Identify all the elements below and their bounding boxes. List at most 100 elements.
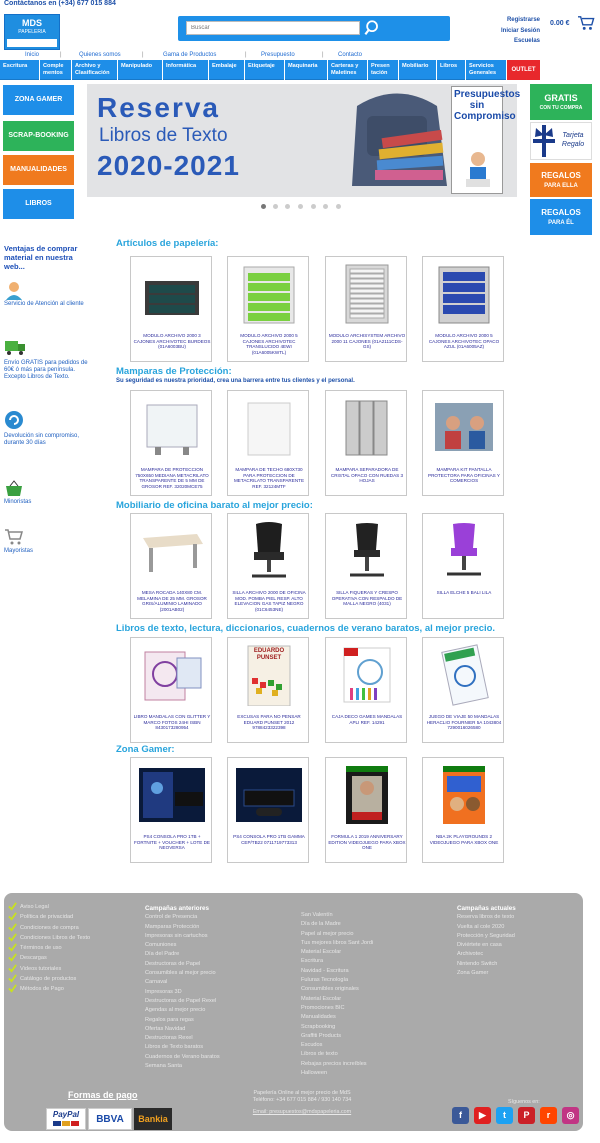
footer-link[interactable]: Material Escolar [301, 948, 441, 957]
category-maquinaria[interactable]: Maquinaria [285, 60, 328, 80]
footer-link[interactable]: Rebajas precios increíbles [301, 1060, 441, 1069]
footer-link[interactable]: Destructoras de Papel [145, 960, 285, 969]
pinterest-icon[interactable]: P [518, 1107, 535, 1124]
carousel-dot[interactable] [323, 204, 328, 209]
carousel-dot[interactable] [336, 204, 341, 209]
footer-link[interactable]: Política de privacidad [8, 912, 118, 922]
category-escritura[interactable]: Escritura [0, 60, 40, 80]
footer-link[interactable]: Videos tutoriales [8, 964, 118, 974]
product-name[interactable]: SILLA ELCHE 5 BALI LILA [425, 590, 503, 596]
gratis-button[interactable]: GRATIS CON TU COMPRA [530, 84, 592, 120]
product-name[interactable]: CAJA DECO GAMES MANDALAS APLI REF. 14291 [328, 714, 406, 725]
product-name[interactable]: MODULO ARCHISYSTEM ARCHIVO 2000 11 CAJON… [328, 333, 406, 350]
nav-inicio[interactable]: Inicio [25, 52, 39, 58]
product-card[interactable]: SILLA ARCHIVO 2000 DE OFICINA MOD. POMBA… [227, 513, 309, 619]
footer-link[interactable]: Aviso Legal [8, 902, 118, 912]
category-archivo[interactable]: Archivo y Clasificación [72, 60, 118, 80]
product-name[interactable]: SILLA ARCHIVO 2000 DE OFICINA MOD. POMBA… [230, 590, 308, 612]
instagram-icon[interactable]: ◎ [562, 1107, 579, 1124]
category-servicios[interactable]: Servicios Generales [466, 60, 507, 80]
login-link[interactable]: Iniciar Sesión [485, 26, 540, 37]
footer-link[interactable]: Reserva libros de texto [457, 913, 575, 922]
product-name[interactable]: NBA 2K PLAYGROUNDS 2 VIDEOJUEGO PARA XBO… [425, 834, 503, 845]
footer-link[interactable]: Descargas [8, 953, 118, 963]
footer-link-text[interactable]: Aviso Legal [20, 904, 49, 910]
cart-icon[interactable] [577, 15, 595, 31]
product-card[interactable]: MAMPARA DE PROTECCION 750x650 MEDIANA ME… [130, 390, 212, 496]
footer-link[interactable]: Navidad - Escritura [301, 967, 441, 976]
footer-link[interactable]: Libros de Texto baratos [145, 1043, 285, 1052]
category-libros[interactable]: Libros [437, 60, 466, 80]
footer-link[interactable]: Promociones BIC [301, 1004, 441, 1013]
category-embalaje[interactable]: Embalaje [209, 60, 245, 80]
product-name[interactable]: FORMULA 1 2019 ANNIVERSARY EDITION VIDEO… [328, 834, 406, 851]
footer-link[interactable]: Graffiti Products [301, 1032, 441, 1041]
category-complementos[interactable]: Comple mentos [40, 60, 72, 80]
footer-link[interactable]: Catálogo de productos [8, 974, 118, 984]
footer-link[interactable]: Halloween [301, 1069, 441, 1078]
footer-link[interactable]: Nintendo Switch [457, 960, 575, 969]
product-card[interactable]: MAMPARA DE TECHO 680x730 PARA PROTECCION… [227, 390, 309, 496]
category-informatica[interactable]: Informática [163, 60, 209, 80]
cart-total[interactable]: 0.00 € [550, 20, 569, 27]
nav-quienes-somos[interactable]: Quienes somos [79, 52, 121, 58]
footer-link[interactable]: Zona Gamer [457, 969, 575, 978]
footer-link[interactable]: Carnaval [145, 978, 285, 987]
product-card[interactable]: JUEGO DE VIAJE 50 MANDALAS HERACLIO FOUR… [422, 637, 504, 743]
reddit-icon[interactable]: r [540, 1107, 557, 1124]
footer-email[interactable]: Email: presupuestos@mdspapeleria.com [232, 1109, 372, 1116]
carousel-dot[interactable] [285, 204, 290, 209]
footer-link[interactable]: Libros de texto [301, 1050, 441, 1059]
footer-link[interactable]: Scrapbooking [301, 1023, 441, 1032]
footer-link[interactable]: Semana Santa [145, 1062, 285, 1071]
search-icon[interactable] [364, 19, 382, 37]
product-name[interactable]: PS4 CONSOLA PRO 1TB GAMMA CEP/TB22 07117… [230, 834, 308, 845]
twitter-icon[interactable]: t [496, 1107, 513, 1124]
product-name[interactable]: MAMPARA DE TECHO 680x730 PARA PROTECCION… [230, 467, 308, 489]
product-name[interactable]: MAMPARA KIT PANTALLA PROTECTORA PARA OFI… [425, 467, 503, 484]
regalos-ella-button[interactable]: REGALOS PARA ELLA [530, 163, 592, 197]
category-etiquetaje[interactable]: Etiquetaje [245, 60, 285, 80]
product-card[interactable]: SILLA ELCHE 5 BALI LILA [422, 513, 504, 619]
footer-link[interactable]: Vuelta al cole 2020 [457, 923, 575, 932]
footer-link[interactable]: Consumibles originales [301, 985, 441, 994]
footer-link-text[interactable]: Métodos de Pago [20, 986, 64, 992]
footer-link[interactable]: Manualidades [301, 1013, 441, 1022]
footer-link[interactable]: Protección y Seguridad [457, 932, 575, 941]
footer-link[interactable]: Diviértete en casa [457, 941, 575, 950]
footer-link-text[interactable]: Condiciones de compra [20, 925, 79, 931]
product-card[interactable]: MAMPARA SEPARADORA DE CRISTAL OPACO CON … [325, 390, 407, 496]
footer-link[interactable]: Cuadernos de Verano baratos [145, 1053, 285, 1062]
footer-link-text[interactable]: Catálogo de productos [20, 976, 76, 982]
category-mobiliario[interactable]: Mobiliario [399, 60, 437, 80]
product-name[interactable]: MESA ROCADA 140X80 CM. MELAMINA DE 25 MM… [133, 590, 211, 612]
footer-link[interactable]: Día del Padre [145, 950, 285, 959]
footer-link[interactable]: Términos de uso [8, 943, 118, 953]
product-card[interactable]: MODULO ARCHIVO 2000 3 CAJONES ARCHIVOTEC… [130, 256, 212, 362]
footer-link[interactable]: Condiciones de compra [8, 922, 118, 933]
footer-link[interactable]: Condiciones Libros de Texto [8, 933, 118, 943]
hero-banner[interactable]: Reserva Libros de Texto 2020-2021 Presup… [87, 84, 520, 197]
nav-contacto[interactable]: Contacto [338, 52, 362, 58]
product-card[interactable]: NBA 2K PLAYGROUNDS 2 VIDEOJUEGO PARA XBO… [422, 757, 504, 863]
footer-link[interactable]: Agendas al mejor precio [145, 1006, 285, 1015]
footer-link[interactable]: Tus mejores libros Sant Jordi [301, 939, 441, 948]
footer-link[interactable]: Métodos de Pago [8, 984, 118, 994]
footer-link[interactable]: Día de la Madre [301, 920, 441, 929]
footer-link[interactable]: Consumibles al mejor precio [145, 969, 285, 978]
product-name[interactable]: MODULO ARCHIVO 2000 5 CAJONES ARCHIVOTEC… [230, 333, 308, 355]
product-card[interactable]: MESA ROCADA 140X80 CM. MELAMINA DE 25 MM… [130, 513, 212, 619]
zona-gamer-button[interactable]: ZONA GAMER [3, 85, 74, 115]
site-logo[interactable]: MDS PAPELERIA [4, 14, 60, 50]
product-card[interactable]: PS4 CONSOLA PRO 1TB GAMMA CEP/TB22 07117… [227, 757, 309, 863]
product-name[interactable]: JUEGO DE VIAJE 50 MANDALAS HERACLIO FOUR… [425, 714, 503, 731]
carousel-dot[interactable] [273, 204, 278, 209]
footer-link[interactable]: Material Escolar [301, 995, 441, 1004]
footer-link[interactable]: Impresoras 3D [145, 988, 285, 997]
carousel-dot[interactable] [298, 204, 303, 209]
facebook-icon[interactable]: f [452, 1107, 469, 1124]
footer-link[interactable]: Destructoras Rexel [145, 1034, 285, 1043]
category-carteras[interactable]: Carteras y Maletines [328, 60, 368, 80]
product-name[interactable]: SILLA FIQUERAS Y CRESPO OPERATIVA CON RE… [328, 590, 406, 607]
category-manipulado[interactable]: Manipulado [118, 60, 163, 80]
